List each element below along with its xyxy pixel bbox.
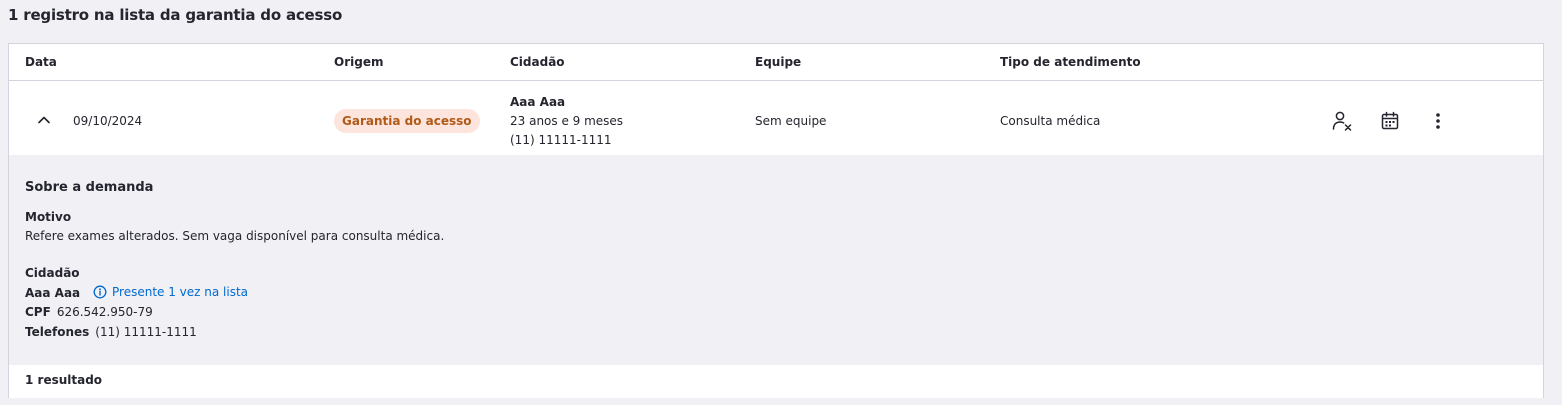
header-equipe[interactable]: Equipe	[755, 55, 801, 69]
user-remove-icon	[1332, 111, 1352, 131]
motivo-label: Motivo	[25, 210, 72, 224]
calendar-icon	[1381, 111, 1399, 130]
row-date: 09/10/2024	[73, 114, 143, 128]
cpf-line: CPF 626.542.950-79	[25, 305, 153, 319]
header-data[interactable]: Data	[25, 55, 57, 69]
table-header: Data Origem Cidadão Equipe Tipo de atend…	[9, 44, 1543, 81]
origem-badge: Garantia do acesso	[334, 109, 480, 133]
header-origem[interactable]: Origem	[334, 55, 383, 69]
page-title: 1 registro na lista da garantia do acess…	[8, 6, 343, 24]
chevron-up-icon[interactable]	[35, 111, 53, 129]
telefones-line: Telefones (11) 11111-1111	[25, 325, 197, 339]
garantia-table: Data Origem Cidadão Equipe Tipo de atend…	[8, 43, 1544, 398]
table-footer: 1 resultado	[9, 365, 1543, 398]
header-tipo-atendimento[interactable]: Tipo de atendimento	[1000, 55, 1141, 69]
remove-citizen-button[interactable]	[1328, 107, 1356, 135]
citizen-phone: (11) 11111-1111	[510, 133, 612, 147]
telefones-value: (11) 11111-1111	[95, 325, 197, 339]
header-cidadao[interactable]: Cidadão	[510, 55, 565, 69]
cpf-label: CPF	[25, 305, 51, 319]
presence-link-text[interactable]: Presente 1 vez na lista	[112, 285, 248, 299]
presence-link[interactable]: Presente 1 vez na lista	[93, 285, 248, 299]
more-vertical-icon	[1436, 113, 1440, 129]
details-citizen-name: Aaa Aaa	[25, 286, 81, 300]
more-options-button[interactable]	[1424, 107, 1452, 135]
row-tipo-atendimento: Consulta médica	[1000, 114, 1101, 128]
details-title: Sobre a demanda	[25, 180, 154, 195]
cpf-value: 626.542.950-79	[56, 305, 153, 319]
citizen-age: 23 anos e 9 meses	[510, 114, 624, 128]
cidadao-label: Cidadão	[25, 266, 80, 280]
motivo-text: Refere exames alterados. Sem vaga dispon…	[25, 229, 445, 243]
citizen-name: Aaa Aaa	[510, 95, 566, 109]
info-icon	[93, 285, 107, 299]
schedule-button[interactable]	[1376, 107, 1404, 135]
telefones-label: Telefones	[25, 325, 90, 339]
row-equipe: Sem equipe	[755, 114, 827, 128]
table-row[interactable]: 09/10/2024 Garantia do acesso Aaa Aaa 23…	[9, 81, 1543, 155]
result-count: 1 resultado	[25, 373, 103, 387]
row-details-panel: Sobre a demanda Motivo Refere exames alt…	[9, 155, 1543, 365]
